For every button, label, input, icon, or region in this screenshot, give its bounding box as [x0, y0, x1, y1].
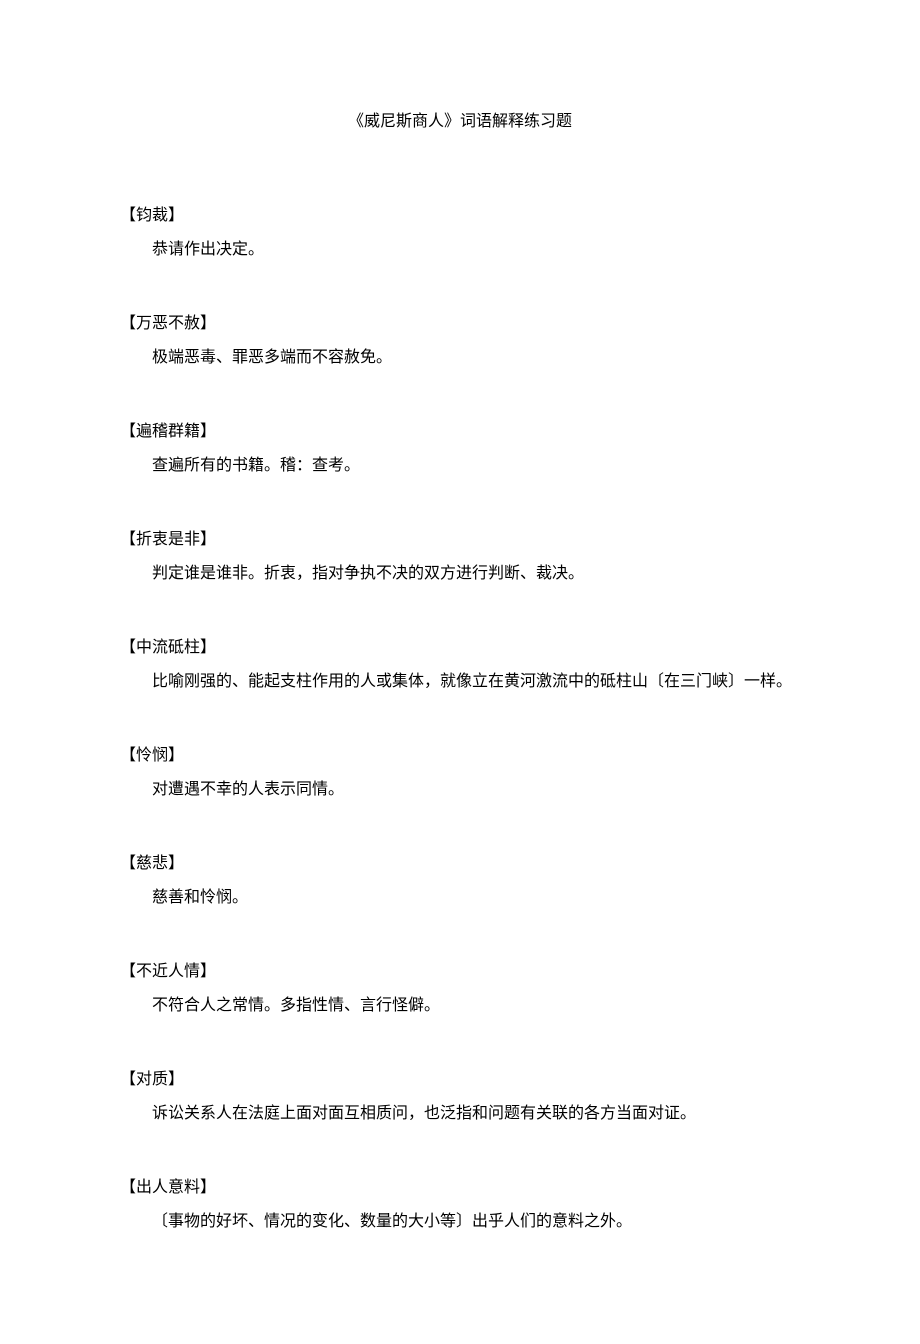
term-label: 【钧裁】 — [120, 204, 800, 228]
definition-text: 比喻刚强的、能起支柱作用的人或集体，就像立在黄河激流中的砥柱山〔在三门峡〕一样。 — [120, 668, 800, 696]
vocabulary-entry: 【怜悯】对遭遇不幸的人表示同情。 — [120, 744, 800, 804]
definition-text: 慈善和怜悯。 — [120, 884, 800, 912]
entries-list: 【钧裁】恭请作出决定。【万恶不赦】极端恶毒、罪恶多端而不容赦免。【遍稽群籍】查遍… — [120, 204, 800, 1236]
vocabulary-entry: 【钧裁】恭请作出决定。 — [120, 204, 800, 264]
vocabulary-entry: 【对质】诉讼关系人在法庭上面对面互相质问，也泛指和问题有关联的各方当面对证。 — [120, 1068, 800, 1128]
definition-text: 查遍所有的书籍。稽：查考。 — [120, 452, 800, 480]
vocabulary-entry: 【折衷是非】判定谁是谁非。折衷，指对争执不决的双方进行判断、裁决。 — [120, 528, 800, 588]
vocabulary-entry: 【万恶不赦】极端恶毒、罪恶多端而不容赦免。 — [120, 312, 800, 372]
term-label: 【出人意料】 — [120, 1176, 800, 1200]
term-label: 【中流砥柱】 — [120, 636, 800, 660]
definition-text: 判定谁是谁非。折衷，指对争执不决的双方进行判断、裁决。 — [120, 560, 800, 588]
vocabulary-entry: 【中流砥柱】比喻刚强的、能起支柱作用的人或集体，就像立在黄河激流中的砥柱山〔在三… — [120, 636, 800, 696]
term-label: 【对质】 — [120, 1068, 800, 1092]
definition-text: 极端恶毒、罪恶多端而不容赦免。 — [120, 344, 800, 372]
definition-text: 〔事物的好坏、情况的变化、数量的大小等〕出乎人们的意料之外。 — [120, 1208, 800, 1236]
vocabulary-entry: 【不近人情】不符合人之常情。多指性情、言行怪僻。 — [120, 960, 800, 1020]
document-title: 《威尼斯商人》词语解释练习题 — [120, 110, 800, 134]
definition-text: 诉讼关系人在法庭上面对面互相质问，也泛指和问题有关联的各方当面对证。 — [120, 1100, 800, 1128]
term-label: 【折衷是非】 — [120, 528, 800, 552]
vocabulary-entry: 【出人意料】〔事物的好坏、情况的变化、数量的大小等〕出乎人们的意料之外。 — [120, 1176, 800, 1236]
term-label: 【遍稽群籍】 — [120, 420, 800, 444]
vocabulary-entry: 【慈悲】慈善和怜悯。 — [120, 852, 800, 912]
vocabulary-entry: 【遍稽群籍】查遍所有的书籍。稽：查考。 — [120, 420, 800, 480]
term-label: 【慈悲】 — [120, 852, 800, 876]
definition-text: 对遭遇不幸的人表示同情。 — [120, 776, 800, 804]
definition-text: 不符合人之常情。多指性情、言行怪僻。 — [120, 992, 800, 1020]
term-label: 【不近人情】 — [120, 960, 800, 984]
term-label: 【万恶不赦】 — [120, 312, 800, 336]
term-label: 【怜悯】 — [120, 744, 800, 768]
definition-text: 恭请作出决定。 — [120, 236, 800, 264]
